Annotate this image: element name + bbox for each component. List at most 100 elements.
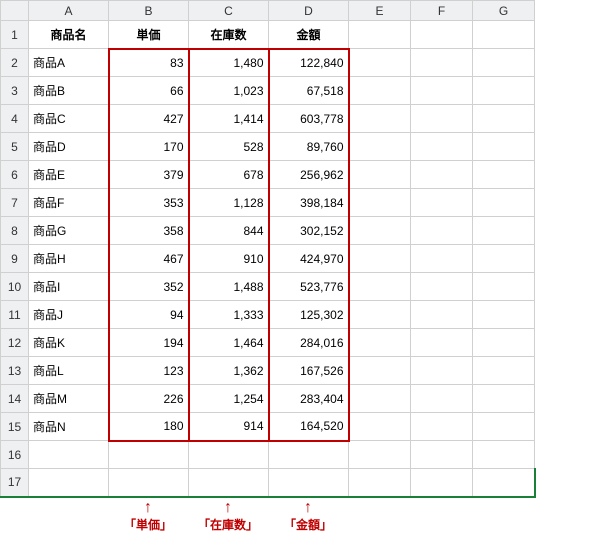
cell-stock[interactable]: 1,254 xyxy=(189,385,269,413)
cell-name[interactable]: 商品F xyxy=(29,189,109,217)
row-header[interactable]: 2 xyxy=(1,49,29,77)
header-amount[interactable]: 金額 xyxy=(269,21,349,49)
cell[interactable] xyxy=(411,441,473,469)
cell[interactable] xyxy=(349,441,411,469)
col-header-d[interactable]: D xyxy=(269,1,349,21)
cell-price[interactable]: 94 xyxy=(109,301,189,329)
cell-name[interactable]: 商品J xyxy=(29,301,109,329)
cell[interactable] xyxy=(473,441,535,469)
cell[interactable] xyxy=(349,105,411,133)
cell[interactable] xyxy=(411,105,473,133)
row-header[interactable]: 11 xyxy=(1,301,29,329)
cell-price[interactable]: 467 xyxy=(109,245,189,273)
cell[interactable] xyxy=(473,245,535,273)
cell[interactable] xyxy=(411,49,473,77)
cell[interactable] xyxy=(349,385,411,413)
cell[interactable] xyxy=(109,469,189,497)
cell-price[interactable]: 83 xyxy=(109,49,189,77)
cell[interactable] xyxy=(411,77,473,105)
row-header[interactable]: 6 xyxy=(1,161,29,189)
cell[interactable] xyxy=(269,469,349,497)
cell-amount[interactable]: 523,776 xyxy=(269,273,349,301)
cell[interactable] xyxy=(411,357,473,385)
cell-amount[interactable]: 302,152 xyxy=(269,217,349,245)
row-header[interactable]: 12 xyxy=(1,329,29,357)
cell[interactable] xyxy=(109,441,189,469)
row-header[interactable]: 8 xyxy=(1,217,29,245)
cell-amount[interactable]: 125,302 xyxy=(269,301,349,329)
cell-stock[interactable]: 1,333 xyxy=(189,301,269,329)
cell[interactable] xyxy=(349,357,411,385)
col-header-a[interactable]: A xyxy=(29,1,109,21)
cell[interactable] xyxy=(473,413,535,441)
cell[interactable] xyxy=(349,49,411,77)
cell[interactable] xyxy=(411,469,473,497)
cell[interactable] xyxy=(473,133,535,161)
cell-price[interactable]: 170 xyxy=(109,133,189,161)
cell-amount[interactable]: 164,520 xyxy=(269,413,349,441)
cell[interactable] xyxy=(411,21,473,49)
cell[interactable] xyxy=(411,245,473,273)
cell[interactable] xyxy=(411,413,473,441)
cell[interactable] xyxy=(411,329,473,357)
cell[interactable] xyxy=(349,77,411,105)
header-name[interactable]: 商品名 xyxy=(29,21,109,49)
cell[interactable] xyxy=(349,301,411,329)
cell[interactable] xyxy=(473,357,535,385)
cell-stock[interactable]: 1,414 xyxy=(189,105,269,133)
cell[interactable] xyxy=(29,469,109,497)
cell-stock[interactable]: 678 xyxy=(189,161,269,189)
header-stock[interactable]: 在庫数 xyxy=(189,21,269,49)
cell[interactable] xyxy=(411,217,473,245)
col-header-e[interactable]: E xyxy=(349,1,411,21)
row-header[interactable]: 9 xyxy=(1,245,29,273)
row-header[interactable]: 7 xyxy=(1,189,29,217)
cell[interactable] xyxy=(473,161,535,189)
cell[interactable] xyxy=(411,273,473,301)
spreadsheet-grid[interactable]: A B C D E F G 1 商品名 単価 在庫数 金額 2商品A831,48… xyxy=(0,0,536,498)
cell-name[interactable]: 商品B xyxy=(29,77,109,105)
cell[interactable] xyxy=(349,245,411,273)
cell[interactable] xyxy=(349,161,411,189)
cell-name[interactable]: 商品C xyxy=(29,105,109,133)
cell[interactable] xyxy=(349,189,411,217)
cell-price[interactable]: 226 xyxy=(109,385,189,413)
row-header[interactable]: 4 xyxy=(1,105,29,133)
row-header[interactable]: 14 xyxy=(1,385,29,413)
cell-amount[interactable]: 167,526 xyxy=(269,357,349,385)
cell[interactable] xyxy=(349,329,411,357)
row-header[interactable]: 13 xyxy=(1,357,29,385)
cell-price[interactable]: 353 xyxy=(109,189,189,217)
cell[interactable] xyxy=(29,441,109,469)
cell[interactable] xyxy=(189,469,269,497)
cell[interactable] xyxy=(349,217,411,245)
row-header[interactable]: 10 xyxy=(1,273,29,301)
cell-amount[interactable]: 284,016 xyxy=(269,329,349,357)
row-header[interactable]: 1 xyxy=(1,21,29,49)
cell[interactable] xyxy=(349,413,411,441)
cell[interactable] xyxy=(189,441,269,469)
cell-name[interactable]: 商品N xyxy=(29,413,109,441)
cell[interactable] xyxy=(349,469,411,497)
cell[interactable] xyxy=(349,273,411,301)
cell[interactable] xyxy=(473,105,535,133)
cell-amount[interactable]: 122,840 xyxy=(269,49,349,77)
cell-name[interactable]: 商品M xyxy=(29,385,109,413)
cell[interactable] xyxy=(473,385,535,413)
cell-name[interactable]: 商品K xyxy=(29,329,109,357)
cell-name[interactable]: 商品A xyxy=(29,49,109,77)
cell-amount[interactable]: 256,962 xyxy=(269,161,349,189)
cell-stock[interactable]: 910 xyxy=(189,245,269,273)
row-header[interactable]: 17 xyxy=(1,469,29,497)
cell-price[interactable]: 379 xyxy=(109,161,189,189)
cell[interactable] xyxy=(473,189,535,217)
cell-name[interactable]: 商品L xyxy=(29,357,109,385)
col-header-f[interactable]: F xyxy=(411,1,473,21)
cell[interactable] xyxy=(473,301,535,329)
col-header-c[interactable]: C xyxy=(189,1,269,21)
col-header-b[interactable]: B xyxy=(109,1,189,21)
cell[interactable] xyxy=(411,133,473,161)
cell-price[interactable]: 123 xyxy=(109,357,189,385)
cell[interactable] xyxy=(411,385,473,413)
cell-stock[interactable]: 528 xyxy=(189,133,269,161)
